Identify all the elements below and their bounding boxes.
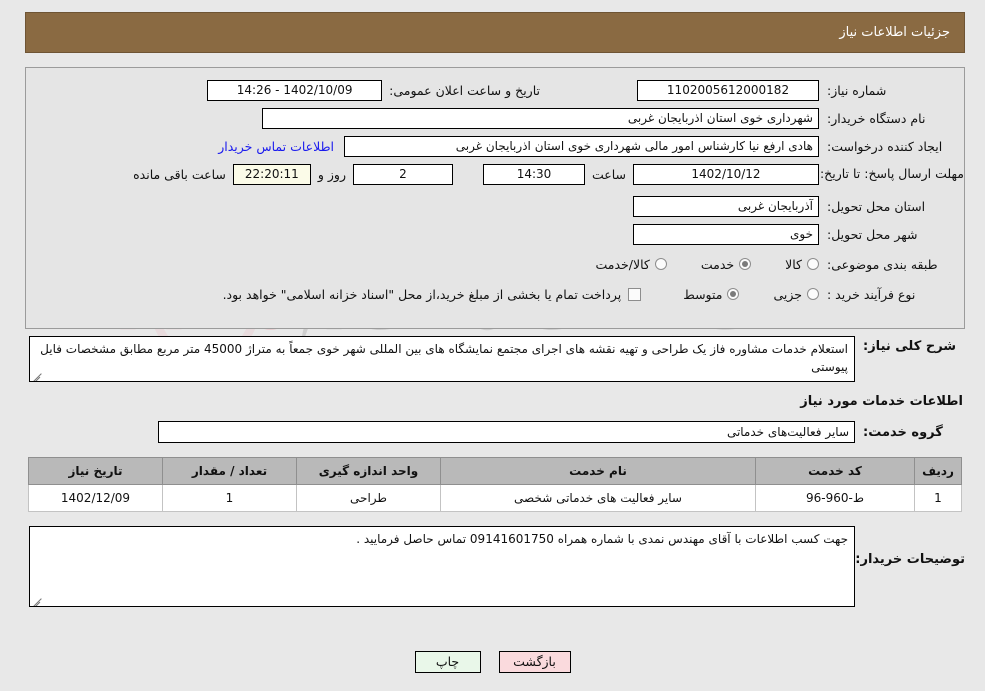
- table-header-row: ردیف کد خدمت نام خدمت واحد اندازه گیری ت…: [28, 457, 962, 485]
- days-label: روز و: [317, 166, 346, 182]
- cell-quantity: 1: [162, 484, 297, 512]
- row-service-group: گروه خدمت: سایر فعالیت‌های خدماتی: [25, 421, 965, 443]
- public-announce-label: تاریخ و ساعت اعلان عمومی:: [389, 82, 540, 98]
- print-button[interactable]: چاپ: [414, 651, 481, 673]
- col-unit: واحد اندازه گیری: [296, 457, 441, 485]
- buyer-notes-label: توضیحات خریدار:: [855, 552, 965, 567]
- service-group-label: گروه خدمت:: [863, 424, 943, 440]
- hours-label: ساعت باقی مانده: [133, 166, 226, 182]
- page-root: AriaTender.net جزئیات اطلاعات نیاز شماره…: [0, 0, 985, 691]
- requester-value: هادی ارفع نیا کارشناس امور مالی شهرداری …: [344, 135, 819, 157]
- radio-icon-jozi[interactable]: [807, 288, 819, 300]
- treasury-checkbox-wrap[interactable]: پرداخت تمام یا بخشی از مبلغ خرید،از محل …: [223, 287, 642, 302]
- purchase-type-radio-group: جزیی متوسط: [653, 287, 819, 302]
- need-info-panel: شماره نیاز: 1102005612000182 تاریخ و ساع…: [25, 67, 965, 329]
- hours-remaining-value: 22:20:11: [232, 163, 311, 185]
- row-buyer-notes: توضیحات خریدار: جهت کسب اطلاعات با آقای …: [25, 526, 965, 607]
- row-need-number: شماره نیاز: 1102005612000182 تاریخ و ساع…: [26, 76, 964, 104]
- details-section: شرح کلی نیاز: استعلام خدمات مشاوره فاز ی…: [25, 336, 965, 607]
- col-date: تاریخ نیاز: [28, 457, 163, 485]
- service-group-value: سایر فعالیت‌های خدماتی: [158, 421, 855, 443]
- purchase-type-label: نوع فرآیند خرید :: [827, 286, 916, 302]
- description-textarea[interactable]: استعلام خدمات مشاوره فاز یک طراحی و تهیه…: [29, 336, 855, 382]
- category-option-kala-label: کالا: [785, 256, 802, 272]
- row-purchase-type: نوع فرآیند خرید : جزیی متوسط پرداخت تمام…: [26, 280, 964, 308]
- row-province: استان محل تحویل: آذربایجان غربی: [26, 192, 964, 220]
- header-bar: جزئیات اطلاعات نیاز: [25, 12, 965, 53]
- need-number-value: 1102005612000182: [637, 79, 819, 101]
- services-heading: اطلاعات خدمات مورد نیاز: [800, 394, 963, 409]
- category-label: طبقه بندی موضوعی:: [827, 256, 938, 272]
- row-city: شهر محل تحویل: خوی: [26, 220, 964, 248]
- description-text: استعلام خدمات مشاوره فاز یک طراحی و تهیه…: [40, 342, 848, 374]
- checkbox-icon-treasury[interactable]: [628, 287, 642, 301]
- row-deadline: مهلت ارسال پاسخ: تا تاریخ: 1402/10/12 سا…: [26, 160, 964, 188]
- category-option-kala-khedmat[interactable]: کالا/خدمت: [595, 256, 667, 272]
- city-value: خوی: [633, 223, 819, 245]
- page-title: جزئیات اطلاعات نیاز: [839, 25, 950, 40]
- radio-icon-khedmat[interactable]: [739, 258, 752, 270]
- days-remaining-value: 2: [352, 163, 453, 185]
- services-table-wrap: ردیف کد خدمت نام خدمت واحد اندازه گیری ت…: [25, 457, 965, 512]
- treasury-checkbox-label: پرداخت تمام یا بخشی از مبلغ خرید،از محل …: [222, 286, 622, 302]
- row-requester: ایجاد کننده درخواست: هادی ارفع نیا کارشن…: [26, 132, 964, 160]
- resize-grip-icon[interactable]: [32, 370, 42, 381]
- cell-code: ط-960-96: [755, 484, 915, 512]
- category-option-kala[interactable]: کالا: [785, 257, 819, 272]
- category-option-khedmat[interactable]: خدمت: [700, 256, 752, 272]
- col-index: ردیف: [914, 457, 962, 485]
- radio-icon-motavaset[interactable]: [727, 288, 740, 300]
- radio-icon-kala-khedmat[interactable]: [654, 258, 667, 270]
- province-value: آذربایجان غربی: [633, 195, 819, 217]
- purchase-option-motavaset[interactable]: متوسط: [683, 286, 740, 302]
- city-label: شهر محل تحویل:: [827, 226, 918, 242]
- buyer-notes-textarea[interactable]: جهت کسب اطلاعات با آقای مهندس نمدی با شم…: [29, 526, 855, 607]
- col-name: نام خدمت: [440, 457, 756, 485]
- services-table: ردیف کد خدمت نام خدمت واحد اندازه گیری ت…: [28, 457, 962, 512]
- back-button[interactable]: بازگشت: [498, 651, 571, 673]
- row-description: شرح کلی نیاز: استعلام خدمات مشاوره فاز ی…: [25, 336, 965, 382]
- purchase-option-motavaset-label: متوسط: [683, 286, 723, 302]
- cell-name: سایر فعالیت های خدماتی شخصی: [440, 484, 756, 512]
- purchase-option-jozi-label: جزیی: [773, 286, 802, 302]
- cell-index: 1: [914, 484, 962, 512]
- radio-icon-kala[interactable]: [807, 258, 819, 270]
- buyer-org-label: نام دستگاه خریدار:: [827, 110, 926, 126]
- buyer-org-value: شهرداری خوی استان اذربایجان غربی: [262, 107, 819, 129]
- table-row: 1 ط-960-96 سایر فعالیت های خدماتی شخصی ط…: [28, 484, 962, 512]
- time-label: ساعت: [591, 166, 626, 182]
- deadline-time-value: 14:30: [482, 163, 585, 185]
- public-announce-value: 1402/10/09 - 14:26: [207, 79, 383, 101]
- need-number-label: شماره نیاز:: [827, 82, 887, 98]
- cell-unit: طراحی: [296, 484, 441, 512]
- deadline-date-value: 1402/10/12: [633, 163, 819, 185]
- province-label: استان محل تحویل:: [827, 198, 926, 214]
- category-option-khedmat-label: خدمت: [700, 256, 735, 272]
- category-radio-group: کالا خدمت کالا/خدمت: [565, 257, 819, 272]
- col-code: کد خدمت: [755, 457, 915, 485]
- row-buyer-org: نام دستگاه خریدار: شهرداری خوی استان اذر…: [26, 104, 964, 132]
- col-qty: تعداد / مقدار: [162, 457, 297, 485]
- buyer-notes-text: جهت کسب اطلاعات با آقای مهندس نمدی با شم…: [356, 532, 848, 546]
- resize-grip-icon-notes[interactable]: [32, 595, 42, 606]
- description-label: شرح کلی نیاز:: [863, 339, 957, 354]
- purchase-option-jozi[interactable]: جزیی: [773, 287, 819, 302]
- row-category: طبقه بندی موضوعی: کالا خدمت کالا/خدمت: [26, 250, 964, 278]
- footer-buttons: بازگشت چاپ: [0, 651, 985, 673]
- category-option-kala-khedmat-label: کالا/خدمت: [595, 256, 650, 272]
- deadline-label: مهلت ارسال پاسخ: تا تاریخ:: [819, 166, 964, 181]
- cell-date: 1402/12/09: [28, 484, 163, 512]
- requester-label: ایجاد کننده درخواست:: [827, 138, 943, 154]
- buyer-contact-link[interactable]: اطلاعات تماس خریدار: [218, 139, 334, 154]
